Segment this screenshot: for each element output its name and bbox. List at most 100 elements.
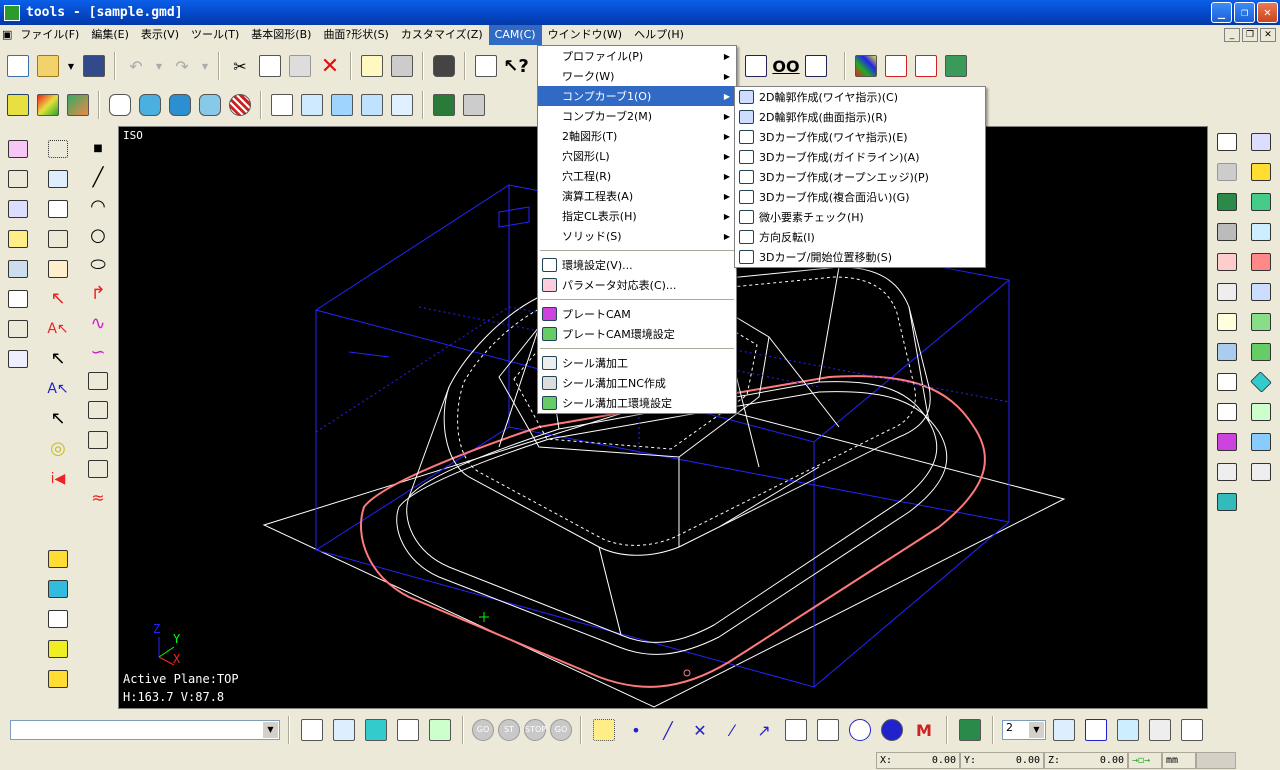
layer-stack-icon[interactable] <box>1114 716 1142 744</box>
cam-list-icon[interactable] <box>1214 130 1240 154</box>
menu-item-seal-groove-settings[interactable]: シール溝加工環境設定 <box>538 393 736 413</box>
circle-icon[interactable]: ○ <box>85 223 111 247</box>
cylinder-wire-icon[interactable] <box>106 91 134 119</box>
print-icon[interactable] <box>388 52 416 80</box>
snap-box-icon[interactable] <box>782 716 810 744</box>
snap-end-icon[interactable]: ↗ <box>750 716 778 744</box>
menu-tools[interactable]: ツール(T) <box>185 25 245 45</box>
surface-trim-icon[interactable] <box>5 256 31 281</box>
submenu-3d-curve-open-edge[interactable]: 3Dカーブ作成(オープンエッジ)(P) <box>735 167 985 187</box>
nc-list-icon[interactable] <box>298 716 326 744</box>
menu-item-profile[interactable]: プロファイル(P) ▶ <box>538 46 736 66</box>
mdi-restore-button[interactable]: ❐ <box>1242 28 1258 42</box>
layer-table-icon[interactable] <box>1082 716 1110 744</box>
cube-side-icon[interactable] <box>358 91 386 119</box>
submenu-reverse-direction[interactable]: 方向反転(I) <box>735 227 985 247</box>
submenu-2d-contour-wire[interactable]: 2D輪郭作成(ワイヤ指示)(C) <box>735 87 985 107</box>
menu-item-work[interactable]: ワーク(W) ▶ <box>538 66 736 86</box>
info-sound-icon[interactable]: i◀ <box>45 466 71 491</box>
step-button[interactable]: ST <box>498 719 520 741</box>
report-icon[interactable] <box>45 666 71 691</box>
preview-icon[interactable] <box>358 52 386 80</box>
spline-icon[interactable]: ∿ <box>85 311 111 335</box>
help-pointer-icon[interactable]: ↖? <box>502 52 530 80</box>
menu-item-seal-groove[interactable]: シール溝加工 <box>538 353 736 373</box>
monitor-icon[interactable] <box>460 91 488 119</box>
nc-doc-icon[interactable] <box>394 716 422 744</box>
snap-grid-icon[interactable] <box>590 716 618 744</box>
submenu-micro-element-check[interactable]: 微小要素チェック(H) <box>735 207 985 227</box>
cam-info-icon[interactable] <box>1214 370 1240 394</box>
cube-top-icon[interactable] <box>388 91 416 119</box>
delete-icon[interactable]: ✕ <box>316 52 344 80</box>
cylinder-solid-icon[interactable] <box>166 91 194 119</box>
menu-cam[interactable]: CAM(C) <box>488 25 542 45</box>
grid-view-icon[interactable] <box>742 52 770 80</box>
bulb-icon[interactable]: ◎ <box>45 436 71 461</box>
block-icon[interactable] <box>45 606 71 631</box>
box-icon[interactable] <box>5 346 31 371</box>
menu-item-seal-groove-nc[interactable]: シール溝加工NC作成 <box>538 373 736 393</box>
point-icon[interactable]: ■ <box>85 136 111 160</box>
ellipse-icon[interactable]: ⬭ <box>85 253 111 277</box>
menu-view[interactable]: 表示(V) <box>135 25 185 45</box>
offset-icon[interactable]: ∽ <box>85 340 111 364</box>
snap-mark-icon[interactable]: M <box>910 716 938 744</box>
trim-icon[interactable] <box>85 369 111 393</box>
layer-steps-icon[interactable] <box>1146 716 1174 744</box>
break-icon[interactable] <box>85 457 111 481</box>
submenu-3d-curve-composite[interactable]: 3Dカーブ作成(複合面沿い)(G) <box>735 187 985 207</box>
cube-wire-icon[interactable] <box>298 91 326 119</box>
cam-diamond-icon[interactable] <box>1248 370 1274 394</box>
cam-grid-icon[interactable] <box>1248 400 1274 424</box>
surface-fill-icon[interactable] <box>5 226 31 251</box>
command-combo[interactable]: ▼ <box>10 720 280 740</box>
snap-center-icon[interactable] <box>878 716 906 744</box>
shade-icon[interactable] <box>4 91 32 119</box>
list-arrow-icon[interactable] <box>912 52 940 80</box>
cam-blue-icon[interactable] <box>1248 220 1274 244</box>
tool-path-icon[interactable] <box>45 576 71 601</box>
open-file-icon[interactable] <box>34 52 62 80</box>
mdi-minimize-button[interactable]: _ <box>1224 28 1240 42</box>
cam-report-icon[interactable] <box>1214 490 1240 514</box>
cylinder-icon[interactable] <box>136 91 164 119</box>
select-text-icon[interactable]: A↖ <box>45 316 71 341</box>
camera-icon[interactable] <box>430 52 458 80</box>
points-icon[interactable] <box>45 136 71 161</box>
snap-point-icon[interactable]: • <box>622 716 650 744</box>
wave-icon[interactable]: ≈ <box>85 486 111 510</box>
cut-icon[interactable]: ✂ <box>226 52 254 80</box>
cube-icon[interactable] <box>328 91 356 119</box>
layer-panel-icon[interactable] <box>1050 716 1078 744</box>
layer-tools-icon[interactable] <box>1178 716 1206 744</box>
doc-icon[interactable]: ▣ <box>0 25 14 45</box>
menu-item-cl-display[interactable]: 指定CL表示(H) ▶ <box>538 206 736 226</box>
menu-basic-shapes[interactable]: 基本図形(B) <box>245 25 317 45</box>
corner-icon[interactable] <box>85 428 111 452</box>
cam-mold-red-icon[interactable] <box>1248 250 1274 274</box>
transform-icon[interactable] <box>45 226 71 251</box>
menu-item-comp-curve-1[interactable]: コンプカーブ1(O) ▶ <box>538 86 736 106</box>
cam-stack-green-icon[interactable] <box>1248 340 1274 364</box>
paste-icon[interactable] <box>286 52 314 80</box>
cam-tool2-icon[interactable] <box>1248 460 1274 484</box>
menu-item-comp-curve-2[interactable]: コンプカーブ2(M) ▶ <box>538 106 736 126</box>
submenu-3d-curve-wire[interactable]: 3Dカーブ作成(ワイヤ指示)(E) <box>735 127 985 147</box>
fillet-icon[interactable]: ↱ <box>85 282 111 306</box>
stop-button[interactable]: STOP <box>524 719 546 741</box>
snap-line-icon[interactable]: ╱ <box>654 716 682 744</box>
cam-panel-icon[interactable] <box>1248 430 1274 454</box>
move-icon[interactable] <box>45 196 71 221</box>
cam-mold-icon[interactable] <box>1214 250 1240 274</box>
mdi-close-button[interactable]: ✕ <box>1260 28 1276 42</box>
redo-dropdown-icon[interactable]: ▼ <box>198 52 212 80</box>
cam-tool-icon[interactable] <box>1214 460 1240 484</box>
layer-icon[interactable] <box>942 52 970 80</box>
stack-icon[interactable] <box>45 256 71 281</box>
layer-dropdown-icon[interactable]: ▼ <box>1029 722 1044 738</box>
cam-list2-icon[interactable] <box>1214 400 1240 424</box>
menu-item-plate-cam[interactable]: プレートCAM <box>538 304 736 324</box>
surface-select-icon[interactable] <box>5 136 31 161</box>
menu-surface-shape[interactable]: 曲面?形状(S) <box>317 25 394 45</box>
